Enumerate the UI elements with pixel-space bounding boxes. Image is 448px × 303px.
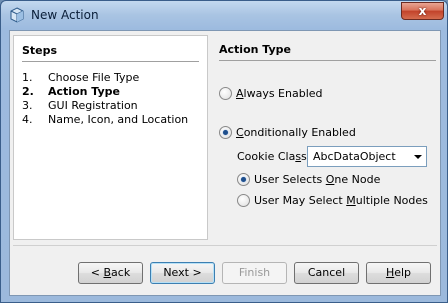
cookie-class-value[interactable]: AbcDataObject <box>313 150 396 163</box>
help-button[interactable]: Help <box>366 262 431 284</box>
cookie-class-label: Cookie Class: <box>237 150 310 163</box>
close-button[interactable]: x <box>401 2 444 20</box>
panel-divider <box>219 60 436 61</box>
mnemonic-letter: B <box>103 266 112 279</box>
label-part: ne Node <box>334 173 381 186</box>
label-part: onditionally Enabled <box>243 126 356 139</box>
label-part: User May Select <box>254 194 347 207</box>
mnemonic-letter: C <box>236 126 244 139</box>
user-selects-multiple-nodes-label: User May Select Multiple Nodes <box>254 194 428 207</box>
conditionally-enabled-radio[interactable]: Conditionally Enabled <box>219 126 356 139</box>
step-item: 4. Name, Icon, and Location <box>22 113 188 127</box>
user-selects-one-node-label: User Selects One Node <box>254 173 380 186</box>
label-part: elp <box>394 266 412 279</box>
step-number: 3. <box>22 99 33 112</box>
radio-checked-icon <box>237 173 250 186</box>
mnemonic-letter: H <box>385 266 395 279</box>
always-enabled-radio[interactable]: Always Enabled <box>219 87 323 100</box>
steps-heading: Steps <box>22 44 58 57</box>
label-part: lways Enabled <box>243 87 323 100</box>
always-enabled-label: Always Enabled <box>236 87 323 100</box>
title-bar[interactable]: New Action x <box>1 1 447 30</box>
cookie-class-combobox[interactable]: AbcDataObject <box>307 146 427 167</box>
finish-button[interactable]: Finish <box>222 262 287 284</box>
step-item-current: 2. Action Type <box>22 85 188 99</box>
radio-unchecked-icon <box>237 194 250 207</box>
step-item: 1. Choose File Type <box>22 71 188 85</box>
label-part: User Selects <box>254 173 326 186</box>
radio-unchecked-icon <box>219 87 232 100</box>
mnemonic-letter: M <box>346 194 356 207</box>
step-number: 4. <box>22 113 33 126</box>
step-label: Action Type <box>48 85 120 98</box>
label-part: ultiple Nodes <box>355 194 428 207</box>
conditionally-enabled-label: Conditionally Enabled <box>236 126 356 139</box>
dialog-body: Steps 1. Choose File Type 2. Action Type 3… <box>9 30 441 296</box>
step-label: Name, Icon, and Location <box>48 113 189 126</box>
back-button[interactable]: < Back <box>78 262 143 284</box>
user-selects-multiple-nodes-radio[interactable]: User May Select Multiple Nodes <box>237 194 428 207</box>
step-label: GUI Registration <box>48 99 138 112</box>
footer-divider <box>13 245 437 246</box>
window-title: New Action <box>31 8 99 22</box>
panel-heading: Action Type <box>219 43 291 56</box>
label-part: ack <box>111 266 131 279</box>
label-part: Cookie Cla <box>237 150 296 163</box>
radio-checked-icon <box>219 126 232 139</box>
steps-list: 1. Choose File Type 2. Action Type 3. GUI R… <box>22 71 188 127</box>
mnemonic-letter: A <box>236 87 244 100</box>
chevron-down-icon[interactable] <box>414 155 422 159</box>
cancel-button[interactable]: Cancel <box>294 262 359 284</box>
new-action-dialog: New Action x Steps 1. Choose File Type 2.… <box>0 0 448 303</box>
step-number: 1. <box>22 71 33 84</box>
steps-divider <box>22 61 199 62</box>
step-label: Choose File Type <box>48 71 140 84</box>
close-icon: x <box>418 4 427 18</box>
steps-panel: Steps 1. Choose File Type 2. Action Type 3… <box>13 35 208 240</box>
action-type-panel: Action Type Always Enabled Conditionally… <box>212 35 438 240</box>
user-selects-one-node-radio[interactable]: User Selects One Node <box>237 173 380 186</box>
netbeans-cube-icon <box>9 7 25 23</box>
step-item: 3. GUI Registration <box>22 99 188 113</box>
step-number: 2. <box>22 85 34 98</box>
next-button[interactable]: Next > <box>150 262 215 284</box>
label-part: < <box>90 266 104 279</box>
